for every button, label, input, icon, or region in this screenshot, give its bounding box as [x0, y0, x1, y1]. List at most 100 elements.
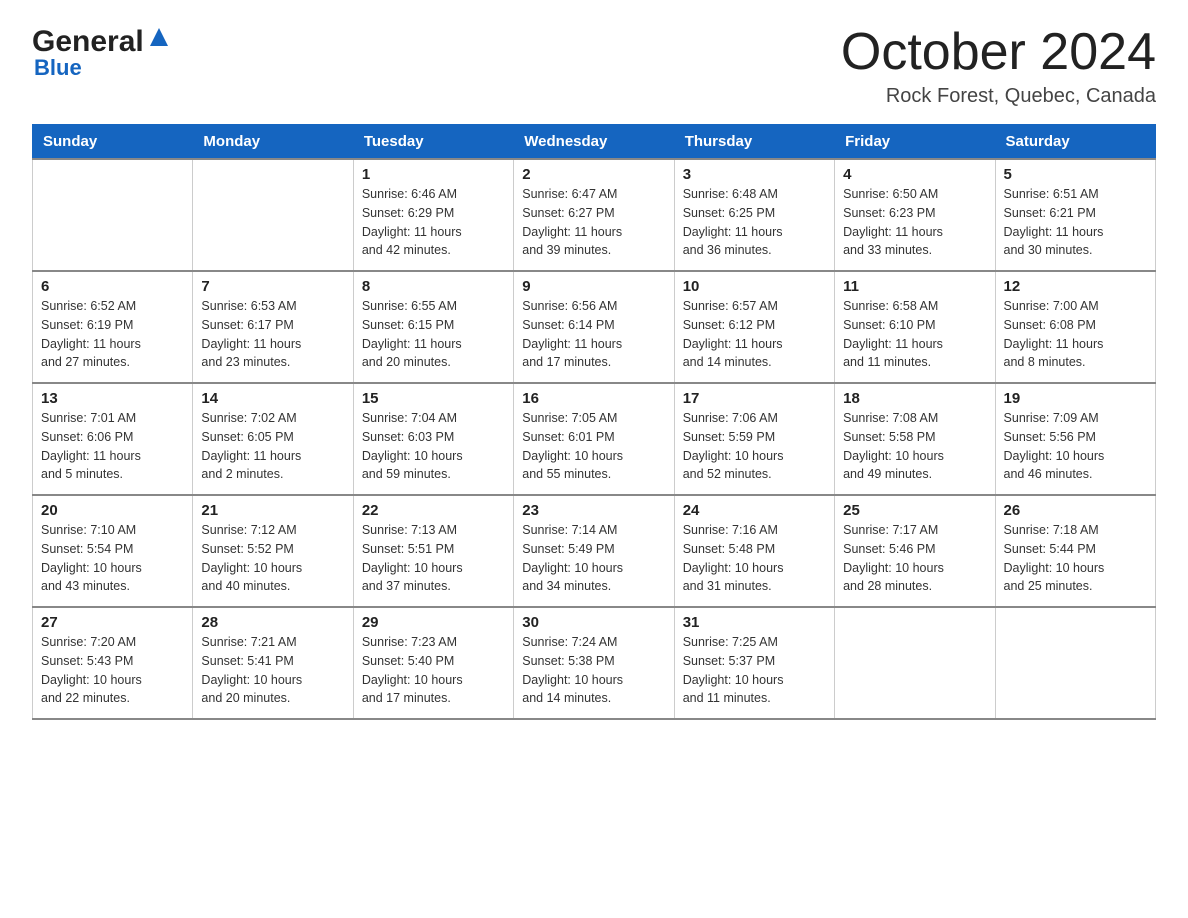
title-block: October 2024 Rock Forest, Quebec, Canada — [841, 24, 1156, 108]
calendar-day-cell: 18 Sunrise: 7:08 AM Sunset: 5:58 PM Dayli… — [835, 383, 995, 495]
calendar-header-row: SundayMondayTuesdayWednesdayThursdayFrid… — [33, 125, 1156, 160]
day-number: 28 — [201, 614, 344, 631]
day-info: Sunrise: 7:06 AM Sunset: 5:59 PM Dayligh… — [683, 409, 826, 484]
day-number: 5 — [1004, 166, 1147, 183]
calendar-day-cell: 19Sunrise: 7:09 AM Sunset: 5:56 PM Dayli… — [995, 383, 1155, 495]
day-info: Sunrise: 7:01 AM Sunset: 6:06 PM Dayligh… — [41, 409, 184, 484]
calendar-day-cell: 29 Sunrise: 7:23 AM Sunset: 5:40 PM Dayli… — [353, 607, 513, 719]
calendar-day-header: Saturday — [995, 125, 1155, 160]
day-info: Sunrise: 6:53 AM Sunset: 6:17 PM Dayligh… — [201, 297, 344, 372]
calendar-week-row: 27 Sunrise: 7:20 AM Sunset: 5:43 PM Dayli… — [33, 607, 1156, 719]
calendar-day-header: Friday — [835, 125, 995, 160]
calendar-week-row: 13 Sunrise: 7:01 AM Sunset: 6:06 PM Dayli… — [33, 383, 1156, 495]
location-text: Rock Forest, Quebec, Canada — [841, 85, 1156, 108]
calendar-day-cell: 23Sunrise: 7:14 AM Sunset: 5:49 PM Dayli… — [514, 495, 674, 607]
day-info: Sunrise: 7:00 AM Sunset: 6:08 PM Dayligh… — [1004, 297, 1147, 372]
day-number: 7 — [201, 278, 344, 295]
day-number: 8 — [362, 278, 505, 295]
day-info: Sunrise: 7:16 AM Sunset: 5:48 PM Dayligh… — [683, 521, 826, 596]
day-info: Sunrise: 7:05 AM Sunset: 6:01 PM Dayligh… — [522, 409, 665, 484]
calendar-table: SundayMondayTuesdayWednesdayThursdayFrid… — [32, 124, 1156, 720]
calendar-day-cell: 11 Sunrise: 6:58 AM Sunset: 6:10 PM Dayli… — [835, 271, 995, 383]
calendar-day-cell — [33, 159, 193, 271]
day-info: Sunrise: 7:23 AM Sunset: 5:40 PM Dayligh… — [362, 633, 505, 708]
logo-blue-text: Blue — [34, 55, 82, 81]
day-number: 14 — [201, 390, 344, 407]
day-number: 31 — [683, 614, 826, 631]
day-info: Sunrise: 6:52 AM Sunset: 6:19 PM Dayligh… — [41, 297, 184, 372]
calendar-day-cell: 17 Sunrise: 7:06 AM Sunset: 5:59 PM Dayli… — [674, 383, 834, 495]
day-number: 16 — [522, 390, 665, 407]
day-number: 1 — [362, 166, 505, 183]
calendar-day-header: Monday — [193, 125, 353, 160]
calendar-day-cell: 27 Sunrise: 7:20 AM Sunset: 5:43 PM Dayli… — [33, 607, 193, 719]
calendar-week-row: 20 Sunrise: 7:10 AM Sunset: 5:54 PM Dayli… — [33, 495, 1156, 607]
calendar-day-cell: 4 Sunrise: 6:50 AM Sunset: 6:23 PM Daylig… — [835, 159, 995, 271]
day-info: Sunrise: 7:18 AM Sunset: 5:44 PM Dayligh… — [1004, 521, 1147, 596]
day-info: Sunrise: 7:12 AM Sunset: 5:52 PM Dayligh… — [201, 521, 344, 596]
calendar-day-cell: 10 Sunrise: 6:57 AM Sunset: 6:12 PM Dayli… — [674, 271, 834, 383]
day-number: 24 — [683, 502, 826, 519]
day-number: 15 — [362, 390, 505, 407]
calendar-day-cell: 22Sunrise: 7:13 AM Sunset: 5:51 PM Dayli… — [353, 495, 513, 607]
calendar-day-cell: 2Sunrise: 6:47 AM Sunset: 6:27 PM Daylig… — [514, 159, 674, 271]
calendar-day-cell: 16 Sunrise: 7:05 AM Sunset: 6:01 PM Dayli… — [514, 383, 674, 495]
day-number: 17 — [683, 390, 826, 407]
day-number: 27 — [41, 614, 184, 631]
logo-general-text: General — [32, 27, 144, 57]
day-number: 26 — [1004, 502, 1147, 519]
calendar-day-cell: 14 Sunrise: 7:02 AM Sunset: 6:05 PM Dayli… — [193, 383, 353, 495]
day-number: 6 — [41, 278, 184, 295]
calendar-day-cell: 7 Sunrise: 6:53 AM Sunset: 6:17 PM Daylig… — [193, 271, 353, 383]
day-number: 11 — [843, 278, 986, 295]
day-number: 19 — [1004, 390, 1147, 407]
day-info: Sunrise: 6:50 AM Sunset: 6:23 PM Dayligh… — [843, 185, 986, 260]
calendar-day-cell: 21Sunrise: 7:12 AM Sunset: 5:52 PM Dayli… — [193, 495, 353, 607]
day-info: Sunrise: 6:55 AM Sunset: 6:15 PM Dayligh… — [362, 297, 505, 372]
logo: General Blue — [32, 24, 170, 81]
day-number: 20 — [41, 502, 184, 519]
day-number: 2 — [522, 166, 665, 183]
calendar-day-cell — [835, 607, 995, 719]
day-number: 9 — [522, 278, 665, 295]
calendar-day-cell: 5 Sunrise: 6:51 AM Sunset: 6:21 PM Daylig… — [995, 159, 1155, 271]
day-number: 4 — [843, 166, 986, 183]
day-number: 22 — [362, 502, 505, 519]
day-info: Sunrise: 6:51 AM Sunset: 6:21 PM Dayligh… — [1004, 185, 1147, 260]
calendar-day-cell: 30Sunrise: 7:24 AM Sunset: 5:38 PM Dayli… — [514, 607, 674, 719]
day-number: 25 — [843, 502, 986, 519]
day-info: Sunrise: 7:02 AM Sunset: 6:05 PM Dayligh… — [201, 409, 344, 484]
day-number: 29 — [362, 614, 505, 631]
day-info: Sunrise: 6:58 AM Sunset: 6:10 PM Dayligh… — [843, 297, 986, 372]
day-info: Sunrise: 6:48 AM Sunset: 6:25 PM Dayligh… — [683, 185, 826, 260]
day-info: Sunrise: 7:17 AM Sunset: 5:46 PM Dayligh… — [843, 521, 986, 596]
day-info: Sunrise: 7:10 AM Sunset: 5:54 PM Dayligh… — [41, 521, 184, 596]
day-number: 10 — [683, 278, 826, 295]
calendar-day-cell: 6 Sunrise: 6:52 AM Sunset: 6:19 PM Daylig… — [33, 271, 193, 383]
calendar-day-cell — [995, 607, 1155, 719]
day-number: 23 — [522, 502, 665, 519]
calendar-day-cell: 15Sunrise: 7:04 AM Sunset: 6:03 PM Dayli… — [353, 383, 513, 495]
day-info: Sunrise: 6:56 AM Sunset: 6:14 PM Dayligh… — [522, 297, 665, 372]
calendar-day-header: Tuesday — [353, 125, 513, 160]
day-info: Sunrise: 7:25 AM Sunset: 5:37 PM Dayligh… — [683, 633, 826, 708]
day-info: Sunrise: 7:21 AM Sunset: 5:41 PM Dayligh… — [201, 633, 344, 708]
calendar-day-header: Thursday — [674, 125, 834, 160]
month-title: October 2024 — [841, 24, 1156, 81]
calendar-day-header: Wednesday — [514, 125, 674, 160]
calendar-day-cell: 9 Sunrise: 6:56 AM Sunset: 6:14 PM Daylig… — [514, 271, 674, 383]
day-number: 13 — [41, 390, 184, 407]
calendar-week-row: 6 Sunrise: 6:52 AM Sunset: 6:19 PM Daylig… — [33, 271, 1156, 383]
calendar-day-cell: 8 Sunrise: 6:55 AM Sunset: 6:15 PM Daylig… — [353, 271, 513, 383]
day-number: 3 — [683, 166, 826, 183]
day-info: Sunrise: 6:57 AM Sunset: 6:12 PM Dayligh… — [683, 297, 826, 372]
calendar-day-cell: 26 Sunrise: 7:18 AM Sunset: 5:44 PM Dayli… — [995, 495, 1155, 607]
calendar-day-cell: 1Sunrise: 6:46 AM Sunset: 6:29 PM Daylig… — [353, 159, 513, 271]
calendar-day-cell: 20 Sunrise: 7:10 AM Sunset: 5:54 PM Dayli… — [33, 495, 193, 607]
day-info: Sunrise: 7:20 AM Sunset: 5:43 PM Dayligh… — [41, 633, 184, 708]
calendar-day-cell: 13 Sunrise: 7:01 AM Sunset: 6:06 PM Dayli… — [33, 383, 193, 495]
day-number: 18 — [843, 390, 986, 407]
day-info: Sunrise: 7:08 AM Sunset: 5:58 PM Dayligh… — [843, 409, 986, 484]
calendar-day-cell — [193, 159, 353, 271]
logo-triangle-icon — [148, 24, 170, 54]
